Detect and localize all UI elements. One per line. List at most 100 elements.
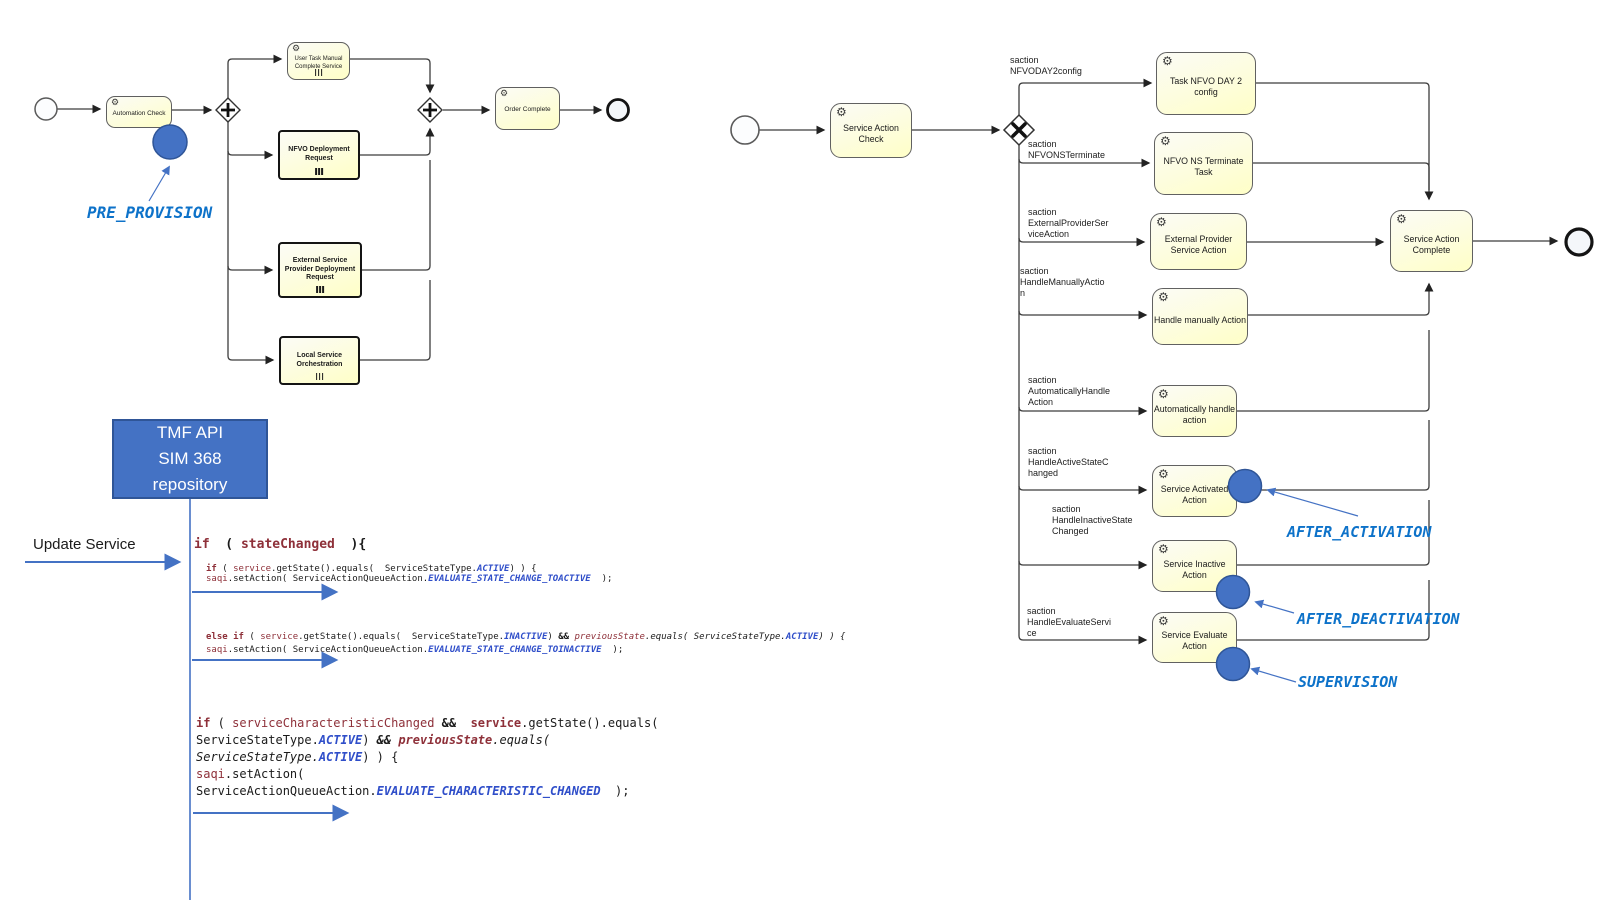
gear-icon: ⚙ — [111, 98, 119, 107]
bpmn-diagram-canvas: ⚙ Automation Check ⚙ User Task Manual Co… — [0, 0, 1609, 917]
parallel-gateway-merge[interactable] — [418, 98, 442, 122]
gear-icon: ⚙ — [1158, 543, 1169, 555]
code-if-characteristic-1: if ( serviceCharacteristicChanged && ser… — [196, 716, 658, 730]
task-nfvo-day2-config[interactable]: ⚙ Task NFVO DAY 2 config — [1156, 52, 1256, 115]
task-label: External Service Provider Deployment Req… — [285, 257, 355, 283]
pointer-after-deactivation — [1256, 602, 1294, 613]
branch-label-handlemanually: saction HandleManuallyActio n — [1020, 266, 1105, 299]
parallel-gateway-split[interactable] — [216, 98, 240, 122]
annotation-pre-provision: PRE_PROVISION — [87, 203, 212, 222]
task-nfvo-deployment-request[interactable]: NFVO Deployment Request — [278, 130, 360, 180]
task-service-inactive-action[interactable]: ⚙ Service Inactive Action — [1152, 540, 1237, 592]
flow-automatically-to-complete — [1237, 330, 1429, 411]
flow-external-to-merge — [362, 160, 430, 270]
task-label: Automation Check — [112, 110, 165, 118]
pointer-pre-provision — [149, 167, 169, 201]
gear-icon: ⚙ — [836, 106, 847, 118]
branch-label-externalprovider: saction ExternalProviderSer viceAction — [1028, 207, 1109, 240]
task-service-evaluate-action[interactable]: ⚙ Service Evaluate Action — [1152, 612, 1237, 663]
code-if-characteristic-3: ServiceStateType.ACTIVE) ) { — [196, 750, 398, 764]
code-setaction-open: saqi.setAction( — [196, 767, 304, 781]
subprocess-marker-icon — [316, 373, 324, 380]
gear-icon: ⚙ — [1158, 615, 1169, 627]
task-external-provider-service-action[interactable]: ⚙ External Provider Service Action — [1150, 213, 1247, 270]
task-order-complete[interactable]: ⚙ Order Complete — [495, 87, 560, 130]
code-if-statechanged: if ( stateChanged ){ — [194, 537, 366, 552]
flow-branch-handlemanually — [1019, 311, 1146, 315]
branch-label-nfvonsterminate: saction NFVONSTerminate — [1028, 139, 1105, 161]
gear-icon: ⚙ — [1160, 135, 1171, 147]
task-nfvo-ns-terminate[interactable]: ⚙ NFVO NS Terminate Task — [1154, 132, 1253, 195]
start-event-left[interactable] — [35, 98, 57, 120]
gear-icon: ⚙ — [292, 44, 300, 53]
code-setaction-toinactive: saqi.setAction( ServiceActionQueueAction… — [206, 645, 623, 655]
update-service-label: Update Service — [33, 536, 136, 553]
code-setaction-toactive: saqi.setAction( ServiceActionQueueAction… — [206, 574, 612, 584]
task-label: NFVO NS Terminate Task — [1163, 156, 1243, 178]
gear-icon: ⚙ — [1156, 216, 1167, 228]
code-elseif-inactive: else if ( service.getState().equals( Ser… — [206, 632, 845, 642]
gear-icon: ⚙ — [1162, 55, 1173, 67]
flow-activated-to-complete — [1237, 420, 1429, 490]
task-service-activated-action[interactable]: ⚙ Service Activated Action — [1152, 465, 1237, 517]
code-characteristic-changed: ServiceActionQueueAction.EVALUATE_CHARAC… — [196, 784, 630, 798]
task-label: Task NFVO DAY 2 config — [1170, 76, 1242, 98]
flow-gateway-to-usertask — [228, 59, 281, 98]
pointer-after-activation — [1268, 490, 1358, 516]
gear-icon: ⚙ — [1158, 468, 1169, 480]
state-circle-pre-provision[interactable] — [153, 125, 187, 159]
task-service-action-complete[interactable]: ⚙ Service Action Complete — [1390, 210, 1473, 272]
gear-icon: ⚙ — [1158, 291, 1169, 303]
gear-icon: ⚙ — [1396, 213, 1407, 225]
task-external-service-provider-deployment[interactable]: External Service Provider Deployment Req… — [278, 242, 362, 298]
branch-label-nfvoday2config: saction NFVODAY2config — [1010, 55, 1082, 77]
task-label: NFVO Deployment Request — [288, 146, 349, 164]
task-label: Handle manually Action — [1154, 315, 1246, 326]
flow-nfvo-to-merge — [360, 129, 430, 155]
flow-manually-to-complete — [1248, 284, 1429, 315]
task-label: Service Action Complete — [1404, 234, 1460, 256]
flow-branch-activestate — [1019, 486, 1146, 490]
end-event-left[interactable] — [608, 100, 629, 121]
subprocess-marker-icon — [316, 286, 324, 293]
gear-icon: ⚙ — [500, 89, 508, 98]
end-event-right[interactable] — [1566, 229, 1592, 255]
tmf-repository-label: TMF API SIM 368 repository — [153, 420, 228, 498]
subprocess-marker-icon — [315, 168, 323, 175]
flow-day2-to-complete — [1256, 83, 1429, 199]
task-label: Automatically handle action — [1154, 404, 1235, 426]
flow-local-to-merge — [360, 280, 430, 360]
pointer-supervision — [1252, 669, 1296, 682]
task-service-action-check[interactable]: ⚙ Service Action Check — [830, 103, 912, 158]
task-handle-manually-action[interactable]: ⚙ Handle manually Action — [1152, 288, 1248, 345]
code-if-active: if ( service.getState().equals( ServiceS… — [206, 564, 537, 574]
annotation-supervision: SUPERVISION — [1298, 673, 1397, 691]
flow-to-nfvo-deployment — [228, 151, 272, 155]
subprocess-marker-icon — [315, 69, 323, 76]
tmf-repository-box[interactable]: TMF API SIM 368 repository — [112, 419, 268, 499]
branch-label-evaluateservice: saction HandleEvaluateServi ce — [1027, 606, 1111, 639]
task-automatically-handle-action[interactable]: ⚙ Automatically handle action — [1152, 385, 1237, 437]
task-label: Service Action Check — [843, 123, 899, 145]
task-user-task-manual-complete-service[interactable]: ⚙ User Task Manual Complete Service — [287, 42, 350, 80]
task-label: Service Inactive Action — [1163, 559, 1225, 581]
flow-usertask-to-merge — [350, 59, 430, 92]
annotation-after-deactivation: AFTER_DEACTIVATION — [1297, 610, 1460, 628]
task-local-service-orchestration[interactable]: Local Service Orchestration — [279, 336, 360, 385]
flow-gateway-trunk-to-local — [228, 122, 273, 360]
flow-terminate-to-complete — [1253, 163, 1429, 190]
branch-label-activestate: saction HandleActiveStateC hanged — [1028, 446, 1109, 479]
start-event-right[interactable] — [731, 116, 759, 144]
task-label: Service Activated Action — [1161, 484, 1228, 506]
flow-branch-nfvoday2 — [1019, 83, 1151, 115]
task-label: Service Evaluate Action — [1161, 630, 1227, 652]
task-label: External Provider Service Action — [1165, 234, 1232, 256]
branch-label-automatically: saction AutomaticallyHandle Action — [1028, 375, 1110, 408]
annotation-after-activation: AFTER_ACTIVATION — [1287, 523, 1432, 541]
task-label: Local Service Orchestration — [297, 352, 343, 370]
code-if-characteristic-2: ServiceStateType.ACTIVE) && previousStat… — [196, 733, 550, 747]
flow-to-external-service — [228, 266, 272, 270]
task-automation-check[interactable]: ⚙ Automation Check — [106, 96, 172, 128]
gear-icon: ⚙ — [1158, 388, 1169, 400]
task-label: Order Complete — [504, 106, 550, 114]
